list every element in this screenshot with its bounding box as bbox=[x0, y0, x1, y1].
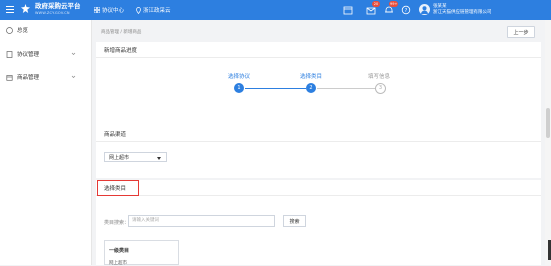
lock-icon[interactable] bbox=[405, 5, 415, 15]
step-3-dot: 3 bbox=[375, 83, 386, 94]
step-connector bbox=[245, 87, 306, 89]
document-icon bbox=[6, 50, 13, 58]
brand[interactable]: 政府采购云平台 WWW.ZCY.GOV.CN bbox=[35, 3, 81, 17]
location-pin-icon bbox=[136, 6, 141, 14]
nav-agreement-center[interactable]: 协议中心 bbox=[94, 5, 124, 15]
channel-select-value: 网上超市 bbox=[109, 154, 130, 161]
nav-label: 浙江政采云 bbox=[143, 8, 171, 14]
sidebar-item-overview[interactable]: 总览 bbox=[0, 23, 91, 37]
search-input[interactable]: 请输入关键词 bbox=[128, 215, 275, 227]
grid-icon bbox=[94, 7, 100, 13]
user-info[interactable]: 张某某 浙江天猫供应链管理有限公司 bbox=[433, 4, 492, 16]
overview-icon bbox=[6, 26, 13, 34]
user-org: 浙江天猫供应链管理有限公司 bbox=[433, 10, 492, 15]
channel-select[interactable]: 网上超市 bbox=[104, 152, 167, 162]
step-1: 选择协议 bbox=[219, 72, 259, 80]
step-label: 选择类目 bbox=[299, 74, 322, 80]
breadcrumb: 商品管理 / 新增商品 上一步 bbox=[96, 24, 541, 38]
calendar-icon[interactable] bbox=[343, 5, 353, 15]
user-icon bbox=[421, 6, 428, 14]
bell-badge: 99+ bbox=[389, 1, 399, 7]
sidebar-item-label: 协议管理 bbox=[17, 52, 40, 58]
scrollbar-thumb[interactable] bbox=[546, 108, 550, 138]
category-title: 选择类目 bbox=[96, 180, 541, 196]
breadcrumb-text: 商品管理 / 新增商品 bbox=[101, 30, 142, 35]
avatar[interactable] bbox=[419, 4, 430, 15]
category-item[interactable]: 网上超市 bbox=[109, 260, 127, 266]
progress-card: 新增商品进度 选择协议 1 选择类目 2 填写信息 3 bbox=[96, 42, 541, 132]
box-icon bbox=[6, 74, 13, 81]
chevron-down-icon bbox=[71, 75, 76, 78]
brand-title: 政府采购云平台 bbox=[35, 2, 81, 10]
sidebar-item-label: 商品管理 bbox=[17, 75, 40, 81]
caret-down-icon bbox=[157, 156, 161, 160]
category-level1-panel: 一级类目 网上超市 bbox=[104, 240, 179, 266]
highlight-box bbox=[97, 180, 139, 196]
sidebar-item-products[interactable]: 商品管理 bbox=[0, 70, 91, 84]
step-label: 填写信息 bbox=[367, 74, 390, 80]
back-button[interactable]: 上一步 bbox=[507, 26, 535, 38]
category-level-header: 一级类目 bbox=[109, 248, 130, 254]
step-connector bbox=[317, 87, 375, 89]
search-label: 类目搜索： bbox=[104, 220, 130, 226]
sidebar: 总览 协议管理 商品管理 bbox=[0, 20, 92, 265]
step-3: 填写信息 bbox=[359, 72, 399, 80]
channel-title: 商品渠道 bbox=[96, 126, 541, 142]
brand-subtitle: WWW.ZCY.GOV.CN bbox=[35, 11, 70, 15]
sidebar-item-label: 总览 bbox=[17, 28, 29, 34]
channel-card: 商品渠道 网上超市 bbox=[96, 126, 541, 178]
step-label: 选择协议 bbox=[227, 74, 250, 80]
main-content: 商品管理 / 新增商品 上一步 新增商品进度 选择协议 1 选择类目 2 填写信… bbox=[96, 20, 541, 265]
mail-badge: 20 bbox=[372, 1, 380, 7]
step-2-dot: 2 bbox=[306, 83, 316, 93]
progress-title: 新增商品进度 bbox=[96, 42, 541, 58]
scrollbar[interactable] bbox=[545, 20, 551, 265]
step-1-dot: 1 bbox=[234, 83, 244, 93]
menu-icon[interactable] bbox=[6, 6, 14, 14]
top-bar: 政府采购云平台 WWW.ZCY.GOV.CN 协议中心 浙江政采云 20 99+… bbox=[0, 0, 551, 20]
sidebar-item-agreements[interactable]: 协议管理 bbox=[0, 47, 91, 61]
logo-icon bbox=[21, 4, 30, 13]
nav-label: 协议中心 bbox=[102, 8, 125, 14]
step-2: 选择类目 bbox=[291, 72, 331, 80]
chevron-down-icon bbox=[71, 52, 76, 55]
search-button[interactable]: 搜索 bbox=[283, 215, 306, 227]
nav-region[interactable]: 浙江政采云 bbox=[136, 5, 171, 15]
